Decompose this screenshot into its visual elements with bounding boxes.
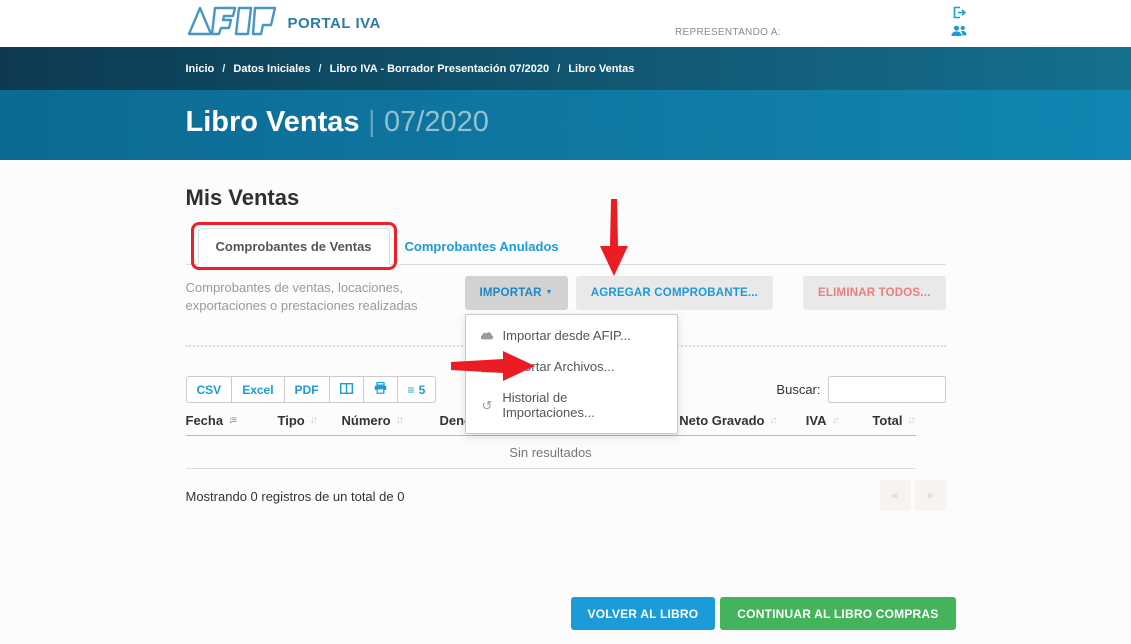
tab-bar: Comprobantes de Ventas Comprobantes Anul… — [186, 228, 946, 265]
menu-item-historial-importaciones[interactable]: ↺ Historial de Importaciones... — [466, 382, 677, 428]
export-excel-button[interactable]: Excel — [231, 376, 284, 403]
column-visibility-button[interactable] — [329, 376, 364, 403]
page-length-value: 5 — [419, 383, 426, 397]
page-banner: Libro Ventas | 07/2020 — [0, 90, 1131, 160]
tab-comprobantes-anulados[interactable]: Comprobantes Anulados — [390, 229, 574, 264]
sign-out-icon[interactable] — [952, 5, 967, 20]
top-header: PORTAL IVA REPRESENTANDO A: — [0, 0, 1131, 47]
page-length-button[interactable]: ≡ 5 — [397, 376, 437, 403]
sort-icon: ↓↑ — [396, 415, 404, 426]
page-title: Libro Ventas — [186, 106, 360, 138]
print-icon — [374, 382, 387, 397]
agregar-comprobante-button[interactable]: AGREGAR COMPROBANTE... — [576, 276, 773, 310]
columns-icon — [340, 383, 353, 397]
main-content: Mis Ventas Comprobantes de Ventas Compro… — [0, 160, 1131, 644]
column-header-iva[interactable]: IVA ↓↑ — [778, 413, 840, 428]
table-empty-message: Sin resultados — [186, 436, 916, 469]
records-summary: Mostrando 0 registros de un total de 0 — [186, 480, 405, 504]
history-icon: ↺ — [481, 399, 494, 412]
portal-iva-page: PORTAL IVA REPRESENTANDO A: — [0, 0, 1131, 644]
pagination: « » — [880, 480, 946, 511]
continuar-al-libro-compras-button[interactable]: CONTINUAR AL LIBRO COMPRAS — [720, 597, 955, 630]
importar-dropdown-menu: Importar desde AFIP... — [465, 314, 678, 434]
breadcrumb-separator: / — [222, 63, 225, 75]
print-button[interactable] — [363, 376, 398, 403]
export-pdf-button[interactable]: PDF — [284, 376, 330, 403]
tab-comprobantes-de-ventas[interactable]: Comprobantes de Ventas — [198, 228, 390, 265]
eliminar-todos-button[interactable]: ELIMINAR TODOS... — [803, 276, 945, 310]
search-label: Buscar: — [776, 382, 820, 397]
banner-period: 07/2020 — [384, 106, 489, 138]
breadcrumb-item-inicio[interactable]: Inicio — [186, 63, 215, 75]
export-csv-button[interactable]: CSV — [186, 376, 233, 403]
breadcrumb-item-libro-ventas[interactable]: Libro Ventas — [568, 63, 634, 75]
column-header-total[interactable]: Total ↓↑ — [840, 413, 916, 428]
breadcrumb: Inicio / Datos Iniciales / Libro IVA - B… — [186, 47, 946, 75]
column-header-fecha[interactable]: Fecha ↓≡ — [186, 413, 278, 428]
breadcrumb-item-libro-iva[interactable]: Libro IVA - Borrador Presentación 07/202… — [330, 63, 549, 75]
column-header-numero[interactable]: Número ↓↑ — [342, 413, 440, 428]
importar-button[interactable]: IMPORTAR▼ — [465, 276, 568, 310]
list-icon: ≡ — [408, 383, 415, 397]
section-description: Comprobantes de ventas, locaciones, expo… — [186, 276, 418, 314]
breadcrumb-bar: Inicio / Datos Iniciales / Libro IVA - B… — [0, 47, 1131, 90]
afip-logo-link[interactable]: PORTAL IVA — [186, 5, 381, 42]
users-icon[interactable] — [950, 24, 968, 38]
sort-icon: ↓↑ — [770, 415, 778, 426]
volver-al-libro-button[interactable]: VOLVER AL LIBRO — [571, 597, 716, 630]
search-input[interactable] — [828, 376, 946, 403]
afip-logo-icon — [186, 5, 278, 42]
menu-item-importar-archivos[interactable]: Importar Archivos... — [466, 351, 677, 382]
breadcrumb-item-datos-iniciales[interactable]: Datos Iniciales — [233, 63, 310, 75]
banner-separator: | — [368, 106, 376, 138]
brand-title: PORTAL IVA — [288, 15, 381, 32]
menu-item-importar-desde-afip[interactable]: Importar desde AFIP... — [466, 320, 677, 351]
breadcrumb-separator: / — [319, 63, 322, 75]
cloud-download-icon — [481, 331, 494, 341]
upload-icon — [481, 361, 494, 373]
sort-icon: ↓↑ — [310, 415, 318, 426]
sort-asc-icon: ↓≡ — [228, 415, 237, 426]
chevron-down-icon: ▼ — [546, 289, 553, 296]
section-title: Mis Ventas — [186, 160, 946, 211]
table-toolbar: CSV Excel PDF — [186, 376, 437, 403]
pagination-next-button[interactable]: » — [915, 480, 946, 511]
breadcrumb-separator: / — [557, 63, 560, 75]
sort-icon: ↓↑ — [832, 415, 840, 426]
pagination-prev-button[interactable]: « — [880, 480, 911, 511]
sort-icon: ↓↑ — [908, 415, 916, 426]
representing-label: REPRESENTANDO A: — [675, 27, 781, 38]
column-header-tipo[interactable]: Tipo ↓↑ — [278, 413, 342, 428]
